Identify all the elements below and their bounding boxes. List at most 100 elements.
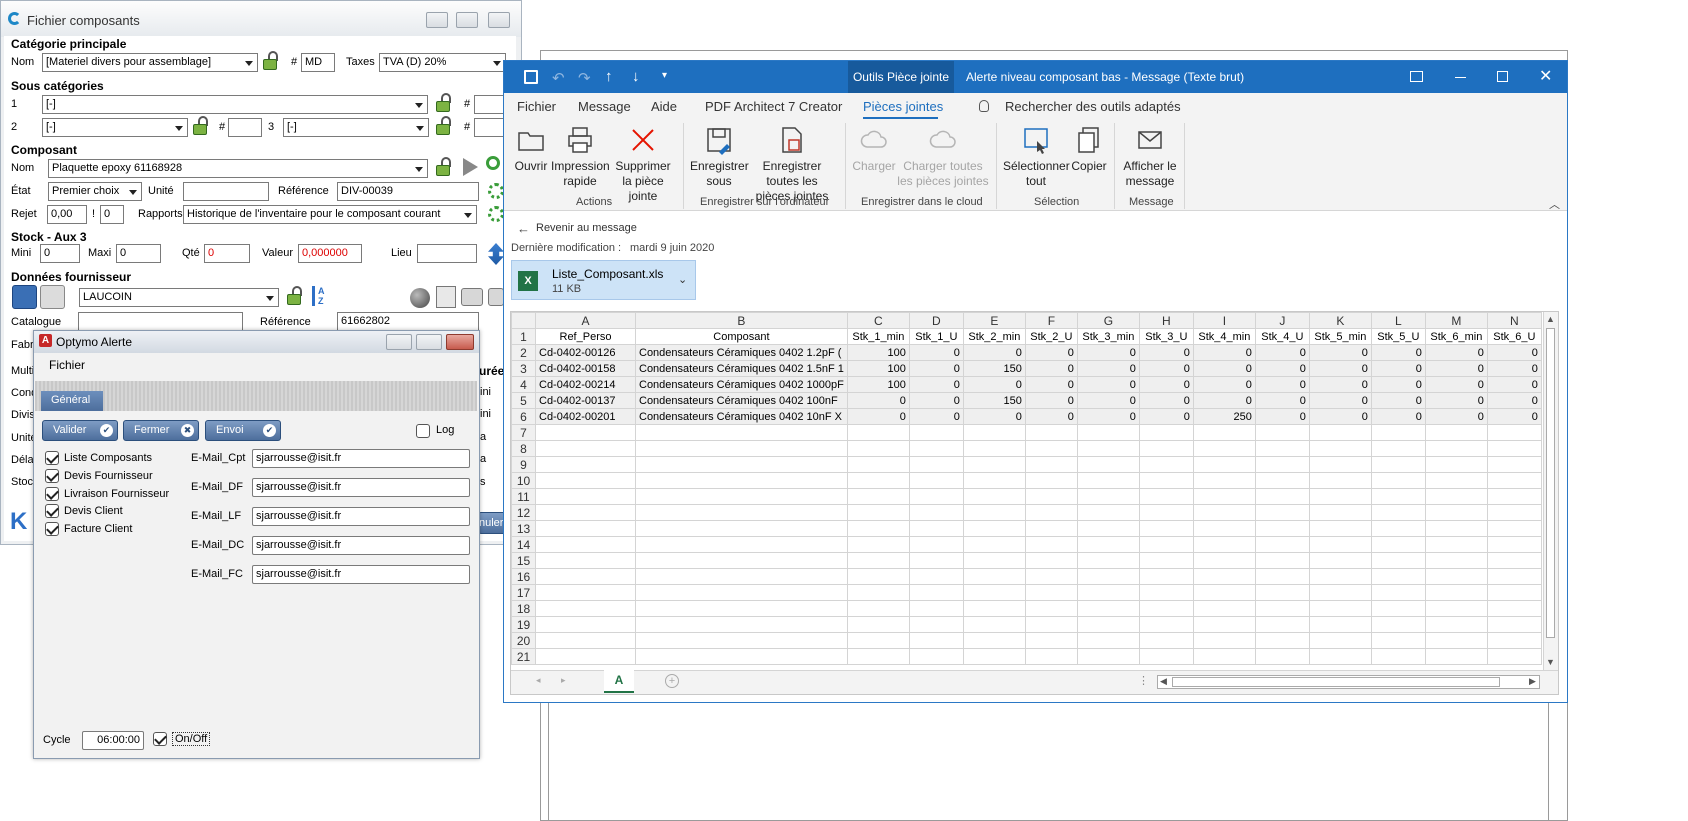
table-cell[interactable]: 0 — [1192, 360, 1256, 377]
minimize-icon[interactable] — [1455, 77, 1466, 78]
camera-icon-2[interactable] — [488, 288, 504, 306]
table-cell[interactable] — [1024, 504, 1078, 521]
column-header[interactable]: N — [1486, 312, 1542, 329]
md-field[interactable]: MD — [301, 53, 335, 72]
table-cell[interactable] — [1024, 488, 1078, 505]
table-cell[interactable] — [1076, 488, 1140, 505]
table-cell[interactable] — [635, 584, 848, 601]
table-cell[interactable]: 0 — [1254, 360, 1310, 377]
table-cell[interactable] — [1254, 488, 1310, 505]
header-cell[interactable]: Stk_3_U — [1138, 328, 1194, 345]
table-cell[interactable] — [635, 568, 848, 585]
fermer-button[interactable]: Fermer ✖ — [123, 420, 199, 441]
table-cell[interactable]: 0 — [1024, 344, 1078, 361]
column-header[interactable]: I — [1192, 312, 1256, 329]
table-cell[interactable] — [1424, 616, 1488, 633]
maxi-field[interactable]: 0 — [116, 244, 161, 263]
table-cell[interactable] — [1486, 648, 1542, 665]
table-cell[interactable] — [535, 568, 636, 585]
table-cell[interactable] — [1370, 552, 1426, 569]
table-cell[interactable] — [1370, 648, 1426, 665]
table-cell[interactable] — [1486, 520, 1542, 537]
lock-icon[interactable] — [263, 51, 279, 71]
table-cell[interactable] — [1076, 600, 1140, 617]
tab-pdf-architect[interactable]: PDF Architect 7 Creator — [705, 99, 842, 114]
table-cell[interactable] — [1370, 504, 1426, 521]
table-cell[interactable] — [1192, 424, 1256, 441]
header-cell[interactable]: Stk_5_min — [1308, 328, 1372, 345]
table-cell[interactable] — [1486, 504, 1542, 521]
table-cell[interactable]: 0 — [1370, 360, 1426, 377]
table-cell[interactable] — [1076, 536, 1140, 553]
table-cell[interactable] — [1308, 472, 1372, 489]
table-cell[interactable] — [1424, 424, 1488, 441]
maximize-button[interactable] — [456, 12, 478, 28]
table-cell[interactable] — [535, 648, 636, 665]
table-cell[interactable] — [846, 504, 910, 521]
table-cell[interactable] — [846, 424, 910, 441]
table-cell[interactable] — [1192, 568, 1256, 585]
table-cell[interactable] — [1024, 568, 1078, 585]
table-cell[interactable] — [846, 648, 910, 665]
vertical-scroll-thumb[interactable] — [1546, 328, 1555, 638]
table-cell[interactable] — [908, 520, 964, 537]
row-number[interactable]: 8 — [511, 440, 536, 457]
table-cell[interactable] — [846, 632, 910, 649]
table-cell[interactable] — [1192, 456, 1256, 473]
header-cell[interactable]: Stk_3_min — [1076, 328, 1140, 345]
table-cell[interactable]: 0 — [1308, 344, 1372, 361]
table-cell[interactable]: Cd-0402-00137 — [535, 392, 636, 409]
table-cell[interactable] — [1138, 600, 1194, 617]
table-cell[interactable]: Condensateurs Céramiques 0402 100nF — [635, 392, 848, 409]
table-cell[interactable] — [1138, 440, 1194, 457]
table-cell[interactable]: 0 — [1370, 392, 1426, 409]
table-cell[interactable] — [1486, 616, 1542, 633]
table-cell[interactable] — [908, 488, 964, 505]
table-cell[interactable] — [1486, 488, 1542, 505]
table-cell[interactable] — [535, 424, 636, 441]
reference-fournisseur-field[interactable]: 61662802 — [337, 312, 479, 331]
rejet-field[interactable]: 0,00 — [47, 205, 87, 224]
table-cell[interactable]: 0 — [1254, 344, 1310, 361]
table-cell[interactable] — [1076, 616, 1140, 633]
column-header[interactable]: D — [908, 312, 964, 329]
table-cell[interactable] — [1486, 600, 1542, 617]
table-cell[interactable] — [1138, 472, 1194, 489]
table-cell[interactable] — [1138, 424, 1194, 441]
table-cell[interactable] — [635, 424, 848, 441]
table-cell[interactable]: 150 — [962, 392, 1026, 409]
table-cell[interactable] — [1424, 536, 1488, 553]
check-devis-client[interactable] — [45, 504, 59, 518]
table-cell[interactable] — [1308, 536, 1372, 553]
table-cell[interactable] — [635, 504, 848, 521]
onoff-checkbox[interactable] — [153, 732, 167, 746]
qte-field[interactable]: 0 — [204, 244, 250, 263]
table-cell[interactable] — [1024, 648, 1078, 665]
table-cell[interactable] — [1308, 504, 1372, 521]
table-cell[interactable]: 0 — [1138, 360, 1194, 377]
user-icon[interactable] — [40, 285, 65, 309]
table-cell[interactable] — [1138, 616, 1194, 633]
table-cell[interactable]: Cd-0402-00201 — [535, 408, 636, 425]
table-cell[interactable]: 0 — [1486, 376, 1542, 393]
lock-icon[interactable] — [287, 286, 303, 306]
table-cell[interactable] — [1370, 520, 1426, 537]
table-cell[interactable]: 150 — [962, 360, 1026, 377]
column-header[interactable]: J — [1254, 312, 1310, 329]
unite-field[interactable] — [183, 182, 269, 201]
optymo-maximize-button[interactable] — [416, 334, 442, 350]
selectionner-tout-button[interactable]: Sélectionner tout — [1003, 125, 1070, 189]
table-cell[interactable] — [1308, 440, 1372, 457]
table-cell[interactable]: Condensateurs Céramiques 0402 1000pF — [635, 376, 848, 393]
table-cell[interactable] — [962, 600, 1026, 617]
table-cell[interactable] — [1192, 584, 1256, 601]
row-number[interactable]: 14 — [511, 536, 536, 553]
table-cell[interactable] — [846, 552, 910, 569]
table-cell[interactable] — [1424, 584, 1488, 601]
table-cell[interactable] — [635, 488, 848, 505]
table-cell[interactable] — [1254, 424, 1310, 441]
table-cell[interactable]: 0 — [1254, 408, 1310, 425]
column-header[interactable]: A — [535, 312, 636, 329]
reference-field[interactable]: DIV-00039 — [337, 182, 479, 201]
log-checkbox[interactable] — [416, 424, 430, 438]
